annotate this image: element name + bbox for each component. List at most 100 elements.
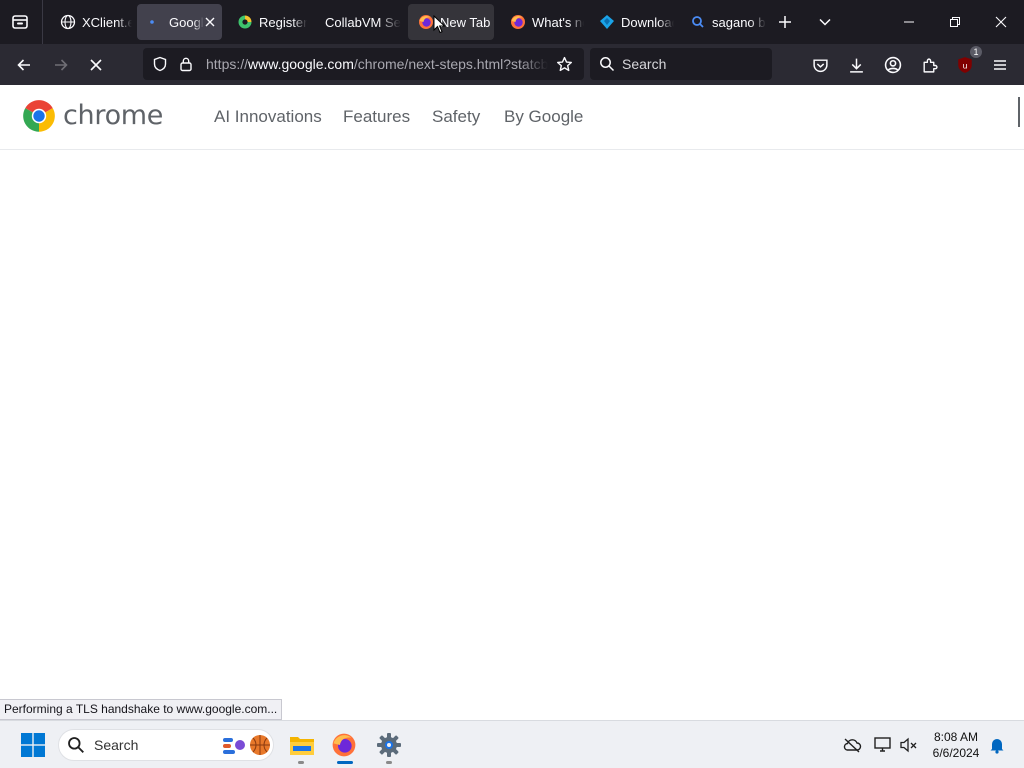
taskbar-settings[interactable]	[373, 729, 405, 761]
tab-close-button[interactable]	[204, 13, 216, 31]
url-host: www.google.com	[248, 56, 354, 72]
downloads-button[interactable]	[843, 52, 869, 78]
onedrive-offline-icon[interactable]	[842, 735, 862, 755]
tab-title: XClient.exe	[82, 14, 132, 30]
minimize-icon	[904, 21, 914, 23]
minimize-button[interactable]	[886, 0, 932, 44]
gear-icon	[377, 733, 401, 757]
tab-sagano[interactable]: sagano bamboo	[680, 4, 766, 40]
nav-link-features[interactable]: Features	[343, 106, 410, 128]
restore-icon	[950, 17, 960, 27]
close-icon	[995, 16, 1007, 28]
navigation-toolbar: https://www.google.com/chrome/next-steps…	[0, 44, 1024, 85]
arrow-left-icon	[17, 59, 30, 71]
tab-separator	[42, 0, 43, 44]
nav-link-ai-innovations[interactable]: AI Innovations	[214, 106, 322, 128]
search-icon	[690, 14, 706, 30]
download-site-icon	[599, 14, 615, 30]
pocket-button[interactable]	[807, 52, 833, 78]
tracking-protection-shield-icon[interactable]	[151, 55, 169, 73]
url-path: /chrome/next-steps.html?statcb=1&install…	[353, 56, 548, 72]
chrome-logo-icon[interactable]	[21, 98, 57, 134]
app-menu-button[interactable]	[987, 52, 1013, 78]
globe-icon	[60, 14, 76, 30]
new-tab-button[interactable]	[773, 10, 797, 34]
tab-title: New Tab	[440, 14, 491, 30]
ublock-shield-icon: u	[958, 57, 972, 73]
firefox-icon	[418, 14, 434, 30]
tab-download[interactable]: Download	[589, 4, 674, 40]
mouse-cursor-icon	[433, 15, 446, 34]
search-icon	[598, 55, 616, 73]
taskbar-running-indicator	[386, 761, 392, 764]
clock-date: 6/6/2024	[932, 746, 980, 760]
ublock-extension-button[interactable]: u 1	[952, 46, 982, 78]
windows-taskbar: Search 8:08 AM 6/6/2024	[0, 720, 1024, 768]
account-button[interactable]	[880, 52, 906, 78]
arrow-right-icon	[55, 59, 68, 71]
status-panel: Performing a TLS handshake to www.google…	[0, 699, 283, 720]
chrome-wordmark[interactable]: chrome	[63, 99, 163, 133]
firefox-icon	[510, 14, 526, 30]
back-button[interactable]	[10, 52, 38, 78]
tab-strip: XClient.exe Google Chrome Register Colla…	[0, 0, 1024, 44]
restore-button[interactable]	[932, 0, 978, 44]
nav-link-safety[interactable]: Safety	[432, 106, 480, 128]
chevron-down-icon	[819, 18, 831, 26]
page-scrollbar[interactable]	[1018, 97, 1020, 127]
tab-title: Register	[259, 14, 307, 30]
firefox-icon	[332, 733, 356, 757]
tab-title: Download	[621, 14, 674, 30]
tab-title: sagano bamboo	[712, 14, 766, 30]
forward-button[interactable]	[47, 52, 75, 78]
tab-title: Google Chrome	[169, 14, 204, 30]
tab-title: What's new	[532, 14, 584, 30]
list-all-tabs-button[interactable]	[813, 10, 837, 34]
taskbar-running-indicator	[298, 761, 304, 764]
nav-link-by-google[interactable]: By Google	[504, 106, 583, 128]
close-window-button[interactable]	[978, 0, 1024, 44]
volume-muted-icon[interactable]	[899, 735, 919, 755]
taskbar-search-box[interactable]: Search	[58, 729, 274, 761]
svg-text:u: u	[963, 61, 968, 70]
hamburger-menu-icon	[994, 60, 1006, 70]
tab-google-chrome[interactable]: Google Chrome	[137, 4, 222, 40]
tab-whats-new[interactable]: What's new	[500, 4, 584, 40]
lock-icon[interactable]	[177, 55, 195, 73]
windows-start-icon[interactable]	[20, 732, 46, 758]
site-header: chrome AI Innovations Features Safety By…	[0, 85, 1024, 150]
extension-badge-count: 1	[970, 46, 982, 58]
stop-loading-button[interactable]	[82, 52, 110, 78]
firefox-view-button[interactable]	[8, 10, 32, 34]
taskbar-search-placeholder: Search	[94, 737, 139, 753]
firefox-view-icon	[12, 15, 28, 29]
folder-icon	[290, 737, 314, 755]
tab-register[interactable]: Register	[227, 4, 307, 40]
taskbar-active-indicator	[337, 761, 353, 764]
web-page: chrome AI Innovations Features Safety By…	[0, 85, 1024, 720]
tab-new-tab[interactable]: New Tab	[408, 4, 494, 40]
search-icon	[68, 737, 84, 753]
tab-title: CollabVM Server	[325, 14, 401, 30]
taskbar-firefox[interactable]	[328, 729, 360, 761]
search-placeholder: Search	[622, 56, 667, 72]
download-icon	[849, 58, 863, 73]
clock-time: 8:08 AM	[933, 730, 979, 744]
search-bar[interactable]: Search	[590, 48, 772, 80]
register-icon	[237, 14, 253, 30]
url-text: https://www.google.com/chrome/next-steps…	[206, 56, 548, 72]
network-icon[interactable]	[873, 735, 893, 755]
system-clock[interactable]: 8:08 AM 6/6/2024	[925, 729, 987, 761]
stop-icon	[90, 59, 102, 71]
notification-bell-icon[interactable]	[987, 735, 1007, 755]
url-scheme: https://	[206, 56, 249, 72]
tab-xclient[interactable]: XClient.exe	[50, 4, 132, 40]
loading-dot-icon	[147, 14, 163, 30]
taskbar-file-explorer[interactable]	[286, 729, 318, 761]
puzzle-icon	[922, 58, 938, 73]
bookmark-star-button[interactable]	[554, 54, 574, 74]
search-highlight-illustration-icon	[223, 735, 270, 755]
extensions-button[interactable]	[916, 52, 942, 78]
address-bar[interactable]: https://www.google.com/chrome/next-steps…	[143, 48, 584, 80]
tab-collabvm[interactable]: CollabVM Server	[315, 4, 401, 40]
